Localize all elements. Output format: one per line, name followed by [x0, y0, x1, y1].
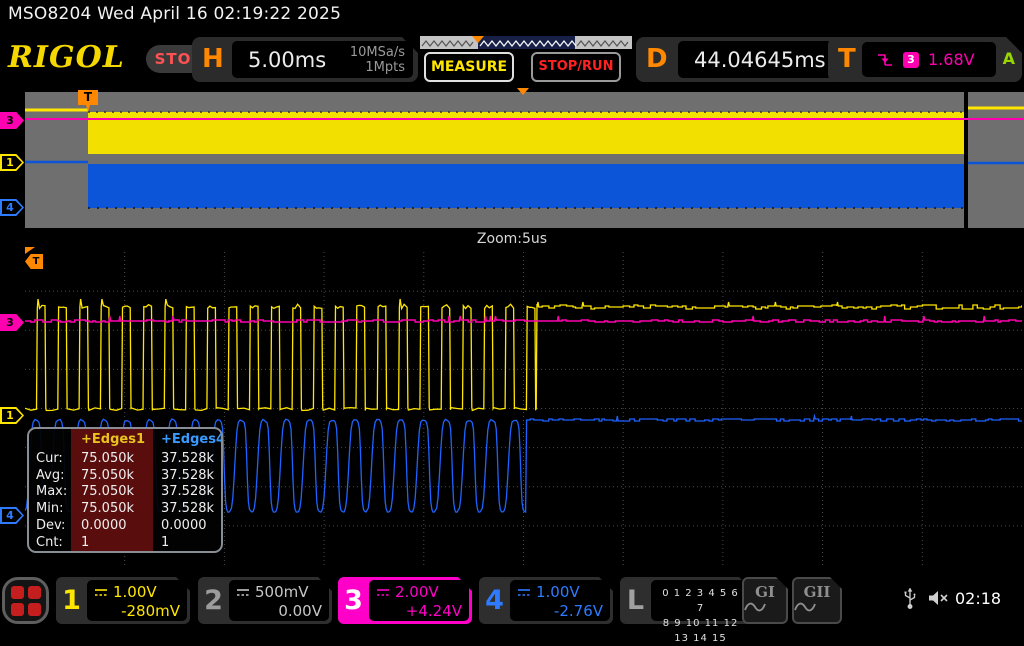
sample-rate: 10MSa/s [350, 45, 405, 60]
popup-row-label: Cnt: [29, 534, 71, 551]
trigger-level-value: 1.68V [928, 50, 975, 69]
chamfer-corner [599, 577, 613, 591]
gen1-button[interactable]: GI [742, 577, 788, 624]
dc-coupling-icon [517, 588, 531, 597]
delay-value: 44.04645ms [678, 48, 826, 72]
channel2-readout: 500mV 0.00V [229, 580, 329, 621]
popup-value: 1 [71, 534, 153, 551]
stop-run-button[interactable]: STOP/RUN [531, 52, 621, 82]
channel1-offset: -280mV [94, 602, 180, 621]
popup-col-edges1: +Edges1 [71, 429, 153, 450]
popup-value: 0.0000 [153, 517, 221, 534]
measurement-popup: +Edges1 +Edges4 Cur: 75.050k 37.528k Avg… [27, 427, 223, 553]
usb-icon [903, 588, 917, 610]
popup-row-label: Dev: [29, 517, 71, 534]
zoom-timebase-label: Zoom:5us [0, 231, 1024, 247]
channel2-number: 2 [198, 577, 229, 624]
channel2-scale: 500mV [255, 583, 309, 602]
popup-value: 75.050k [71, 484, 153, 501]
channel4-box[interactable]: 4 1.00V -2.76V [479, 577, 613, 624]
trigger-source-badge: 3 [903, 52, 919, 68]
logic-row2: 8 9 10 11 12 13 14 15 [658, 616, 743, 646]
channel2-box[interactable]: 2 500mV 0.00V [198, 577, 332, 624]
menu-grid-icon [11, 586, 41, 616]
gen2-button[interactable]: GII [792, 577, 842, 624]
trigger-button[interactable]: T 3 1.68V A [828, 37, 1022, 82]
overview-waveforms [25, 92, 1024, 228]
chamfer-corner [1006, 37, 1022, 53]
channel1-number: 1 [56, 577, 87, 624]
popup-value: 75.050k [71, 450, 153, 467]
dc-coupling-icon [376, 588, 390, 597]
popup-value: 37.528k [153, 450, 221, 467]
dc-coupling-icon [94, 588, 108, 597]
menu-button[interactable] [2, 577, 49, 624]
chamfer-corner [176, 577, 190, 591]
main-timebase-overview [25, 92, 1024, 228]
channel3-box[interactable]: 3 2.00V +4.24V [338, 577, 472, 624]
popup-row-label: Cur: [29, 450, 71, 467]
chamfer-corner [318, 577, 332, 591]
channel3-scale: 2.00V [395, 583, 439, 602]
sine-icon [744, 601, 766, 613]
channel1-box[interactable]: 1 1.00V -280mV [56, 577, 190, 624]
logic-label: L [620, 577, 651, 624]
popup-row-label: Min: [29, 500, 71, 517]
channel2-offset: 0.00V [236, 602, 322, 621]
chamfer-corner [776, 577, 788, 589]
channel4-readout: 1.00V -2.76V [510, 580, 610, 621]
logic-readout: 0 1 2 3 4 5 6 7 8 9 10 11 12 13 14 15 [651, 580, 750, 621]
channel3-offset: +4.24V [376, 602, 462, 621]
popup-corner [29, 429, 71, 450]
channel4-number: 4 [479, 577, 510, 624]
h-label: H [202, 44, 224, 74]
overview-ch1-marker[interactable]: 1 [0, 154, 24, 171]
d-label: D [646, 44, 668, 74]
delay-center-marker [517, 88, 529, 95]
popup-value: 37.528k [153, 484, 221, 501]
overview-ch4-marker[interactable]: 4 [0, 199, 24, 216]
channel4-scale: 1.00V [536, 583, 580, 602]
channel3-readout: 2.00V +4.24V [369, 580, 469, 621]
popup-value: 1 [153, 534, 221, 551]
popup-row-label: Max: [29, 484, 71, 501]
rigol-logo: RIGOL [8, 40, 125, 75]
timebase-readout: 5.00ms 10MSa/s 1Mpts [232, 41, 413, 78]
timebase-value: 5.00ms [232, 48, 350, 72]
logic-row1: 0 1 2 3 4 5 6 7 [658, 586, 743, 616]
device-title: MSO8204 Wed April 16 02:19:22 2025 [8, 4, 341, 24]
chamfer-corner [402, 37, 418, 53]
popup-value: 0.0000 [71, 517, 153, 534]
channel1-scale: 1.00V [113, 583, 157, 602]
t-label: T [838, 44, 856, 74]
popup-value: 37.528k [153, 500, 221, 517]
overview-ch3-marker[interactable]: 3 [0, 112, 24, 129]
channel1-readout: 1.00V -280mV [87, 580, 187, 621]
falling-edge-trigger-icon [876, 52, 894, 68]
zoom-ch4-marker[interactable]: 4 [0, 507, 24, 524]
channel3-number: 3 [338, 577, 369, 624]
popup-col-edges4: +Edges4 [153, 429, 221, 450]
logic-channels-box[interactable]: L 0 1 2 3 4 5 6 7 8 9 10 11 12 13 14 15 [620, 577, 753, 624]
sine-icon [794, 601, 816, 613]
memory-depth: 1Mpts [365, 60, 405, 75]
chamfer-corner [830, 577, 842, 589]
popup-row-label: Avg: [29, 467, 71, 484]
dc-coupling-icon [236, 588, 250, 597]
popup-value: 75.050k [71, 500, 153, 517]
popup-value: 37.528k [153, 467, 221, 484]
clock: 02:18 [955, 589, 1001, 608]
chamfer-corner [458, 577, 472, 591]
channel4-offset: -2.76V [517, 602, 603, 621]
horizontal-position-bar[interactable] [420, 34, 632, 49]
horizontal-timebase-button[interactable]: H 5.00ms 10MSa/s 1Mpts [192, 37, 418, 82]
trigger-readout: 3 1.68V [862, 42, 996, 77]
position-bar-graphic [420, 34, 632, 49]
speaker-muted-icon[interactable] [928, 590, 950, 606]
measure-button[interactable]: MEASURE [424, 52, 514, 82]
zoom-ch3-marker[interactable]: 3 [0, 314, 24, 331]
popup-value: 75.050k [71, 467, 153, 484]
zoom-ch1-marker[interactable]: 1 [0, 407, 24, 424]
